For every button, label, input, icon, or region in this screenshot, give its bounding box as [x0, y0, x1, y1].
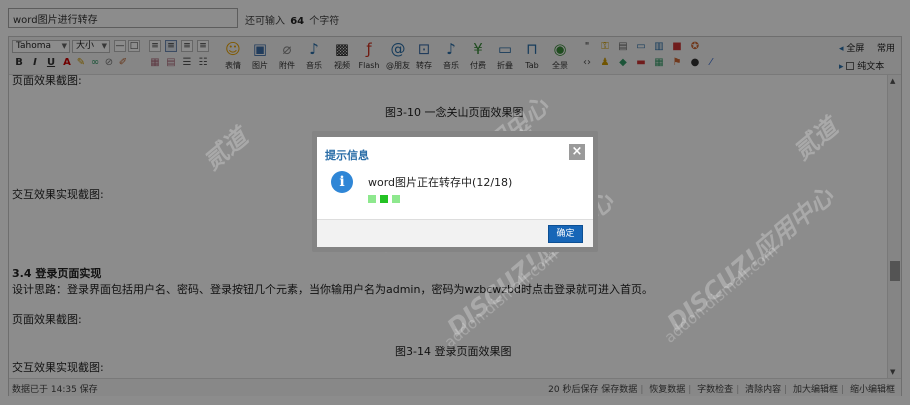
dialog-message: word图片正在转存中(12/18) — [368, 176, 513, 189]
progress-dot-1 — [368, 195, 376, 203]
info-dialog: 提示信息 × i word图片正在转存中(12/18) 确定 — [317, 137, 593, 247]
ok-button[interactable]: 确定 — [548, 225, 583, 243]
dialog-title: 提示信息 — [325, 149, 369, 162]
watermark-right-2: 贰道 — [788, 113, 843, 166]
watermark-right-1: 贰道 — [198, 123, 253, 176]
progress-dot-3 — [392, 195, 400, 203]
close-icon[interactable]: × — [569, 144, 585, 160]
progress-dot-2 — [380, 195, 388, 203]
info-icon: i — [331, 171, 353, 193]
dialog-footer: 确定 — [317, 219, 593, 247]
